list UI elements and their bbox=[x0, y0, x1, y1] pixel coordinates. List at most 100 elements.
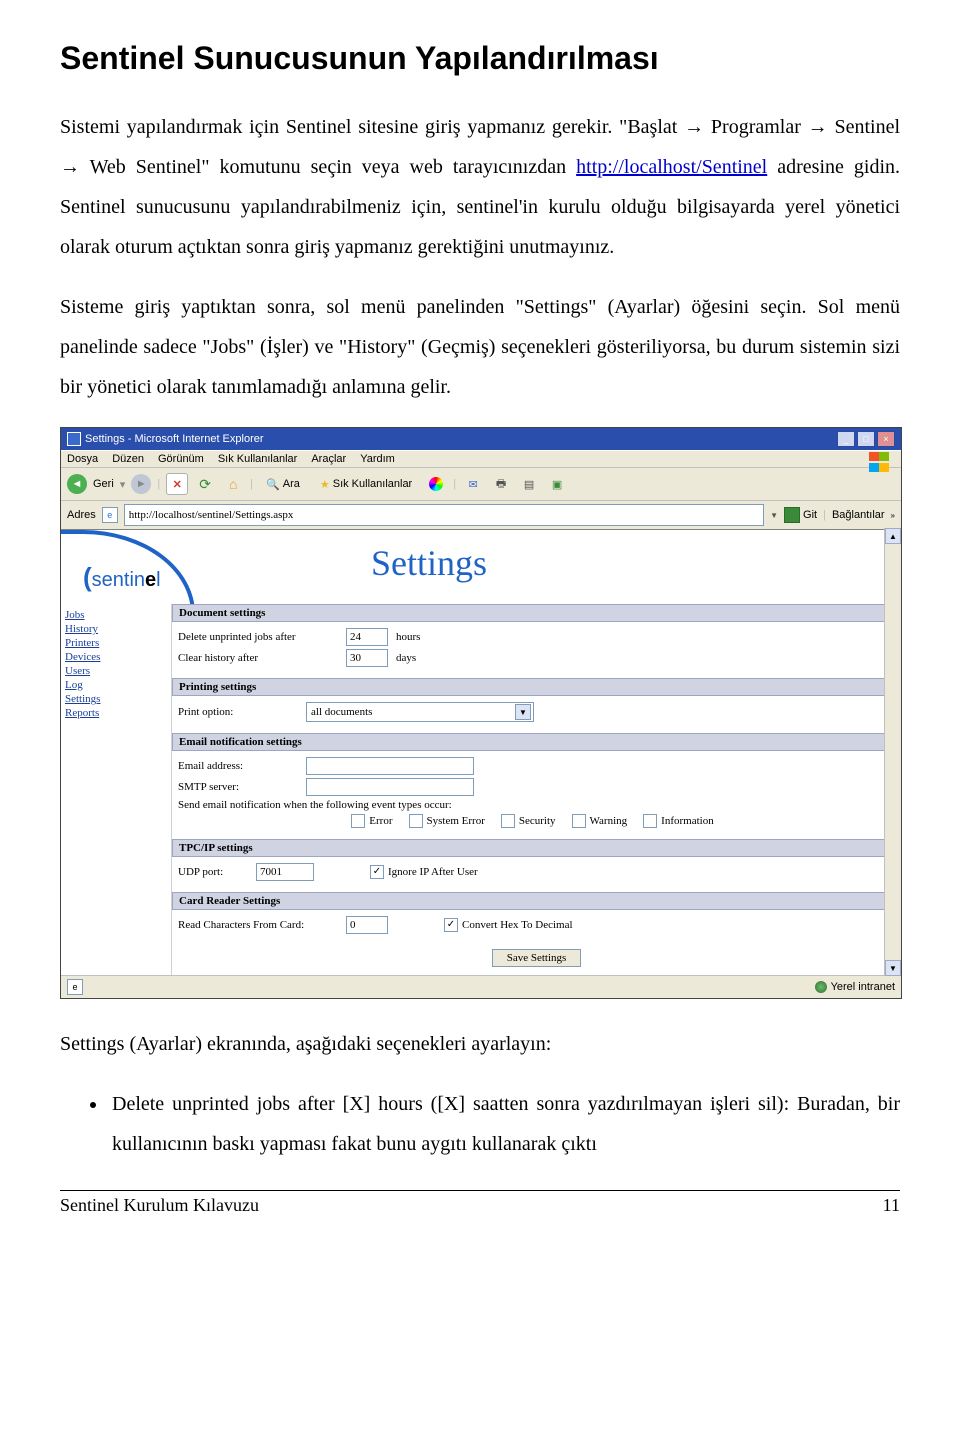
chk-convert-hex[interactable]: ✓Convert Hex To Decimal bbox=[444, 918, 573, 932]
print-button[interactable]: 🖶 bbox=[490, 473, 512, 495]
menu-file[interactable]: Dosya bbox=[67, 453, 98, 465]
scroll-down-icon[interactable]: ▼ bbox=[885, 960, 901, 976]
menu-edit[interactable]: Düzen bbox=[112, 453, 144, 465]
nav-devices[interactable]: Devices bbox=[61, 650, 171, 664]
nav-users[interactable]: Users bbox=[61, 664, 171, 678]
page-number: 11 bbox=[883, 1195, 900, 1216]
menu-help[interactable]: Yardım bbox=[360, 453, 395, 465]
chk-warning[interactable]: Warning bbox=[572, 814, 628, 828]
chk-error-label: Error bbox=[369, 815, 392, 827]
p1-text-a: Sistemi yapılandırmak için Sentinel site… bbox=[60, 116, 684, 138]
nav-jobs[interactable]: Jobs bbox=[61, 608, 171, 622]
save-settings-button[interactable]: Save Settings bbox=[492, 949, 582, 967]
nav-reports[interactable]: Reports bbox=[61, 706, 171, 720]
p1-text-b: Programlar bbox=[711, 116, 808, 138]
browser-toolbar: ◄ Geri ▾ ► | ✕ ⟳ ⌂ | 🔍Ara ★Sık Kullanıla… bbox=[61, 468, 901, 501]
nav-log[interactable]: Log bbox=[61, 678, 171, 692]
delete-jobs-input[interactable] bbox=[346, 628, 388, 646]
menu-fav[interactable]: Sık Kullanılanlar bbox=[218, 453, 298, 465]
smtp-server-label: SMTP server: bbox=[178, 781, 298, 793]
settings-screenshot: Settings - Microsoft Internet Explorer _… bbox=[60, 427, 900, 999]
vertical-scrollbar[interactable]: ▲ ▼ bbox=[884, 528, 901, 976]
chk-warning-label: Warning bbox=[590, 815, 628, 827]
maximize-button[interactable]: □ bbox=[857, 431, 875, 447]
search-button[interactable]: 🔍Ara bbox=[259, 475, 307, 494]
minimize-button[interactable]: _ bbox=[837, 431, 855, 447]
arrow-icon: → bbox=[808, 116, 828, 138]
chk-system-error[interactable]: System Error bbox=[409, 814, 485, 828]
nav-printers[interactable]: Printers bbox=[61, 636, 171, 650]
favorites-button[interactable]: ★Sık Kullanılanlar bbox=[313, 475, 419, 494]
clear-history-input[interactable] bbox=[346, 649, 388, 667]
fav-label: Sık Kullanılanlar bbox=[333, 478, 413, 490]
search-icon: 🔍 bbox=[266, 478, 280, 491]
sentinel-logo: (sentinel bbox=[83, 562, 161, 593]
footer-title: Sentinel Kurulum Kılavuzu bbox=[60, 1195, 259, 1216]
p1-text-c: Sentinel bbox=[828, 116, 900, 138]
window-title: Settings - Microsoft Internet Explorer bbox=[85, 433, 264, 445]
stop-button[interactable]: ✕ bbox=[166, 473, 188, 495]
section-document-settings: Document settings bbox=[172, 604, 893, 622]
chk-security[interactable]: Security bbox=[501, 814, 556, 828]
back-button[interactable]: ◄ bbox=[67, 474, 87, 494]
research-button[interactable]: ▣ bbox=[546, 473, 568, 495]
menu-view[interactable]: Görünüm bbox=[158, 453, 204, 465]
chk-ignore-ip[interactable]: ✓Ignore IP After User bbox=[370, 865, 478, 879]
scroll-up-icon[interactable]: ▲ bbox=[885, 528, 901, 544]
clear-history-label: Clear history after bbox=[178, 652, 338, 664]
chk-ignore-ip-label: Ignore IP After User bbox=[388, 866, 478, 878]
page-banner: (sentinel Settings bbox=[61, 530, 901, 604]
section-printing-settings: Printing settings bbox=[172, 678, 893, 696]
address-input[interactable] bbox=[124, 504, 764, 526]
page-footer: Sentinel Kurulum Kılavuzu 11 bbox=[60, 1195, 900, 1232]
chk-error[interactable]: Error bbox=[351, 814, 392, 828]
hours-label: hours bbox=[396, 631, 420, 643]
status-left-icon: e bbox=[67, 979, 83, 995]
windows-flag-icon bbox=[869, 452, 897, 474]
intranet-icon bbox=[815, 981, 827, 993]
go-icon bbox=[784, 507, 800, 523]
page-title: Settings bbox=[371, 542, 487, 584]
arrow-icon: → bbox=[60, 156, 80, 178]
settings-panel: Document settings Delete unprinted jobs … bbox=[172, 604, 901, 975]
chk-information[interactable]: Information bbox=[643, 814, 714, 828]
back-label: Geri bbox=[93, 478, 114, 490]
email-note: Send email notification when the followi… bbox=[178, 799, 452, 811]
media-button[interactable] bbox=[425, 473, 447, 495]
page-icon: e bbox=[102, 507, 118, 523]
read-chars-input[interactable] bbox=[346, 916, 388, 934]
home-button[interactable]: ⌂ bbox=[222, 473, 244, 495]
go-label: Git bbox=[803, 509, 817, 521]
print-option-label: Print option: bbox=[178, 706, 298, 718]
udp-port-input[interactable] bbox=[256, 863, 314, 881]
menu-tools[interactable]: Araçlar bbox=[311, 453, 346, 465]
ie-icon bbox=[67, 432, 81, 446]
read-chars-label: Read Characters From Card: bbox=[178, 919, 338, 931]
delete-jobs-label: Delete unprinted jobs after bbox=[178, 631, 338, 643]
go-button[interactable]: Git bbox=[784, 507, 817, 523]
email-address-input[interactable] bbox=[306, 757, 474, 775]
after-screenshot-text: Settings (Ayarlar) ekranında, aşağıdaki … bbox=[60, 1024, 900, 1064]
p1-text-d: Web Sentinel" komutunu seçin veya web ta… bbox=[80, 156, 576, 178]
localhost-link[interactable]: http://localhost/Sentinel bbox=[576, 156, 767, 178]
forward-button[interactable]: ► bbox=[131, 474, 151, 494]
print-option-value: all documents bbox=[311, 706, 372, 718]
edit-button[interactable]: ▤ bbox=[518, 473, 540, 495]
print-option-select[interactable]: all documents ▼ bbox=[306, 702, 534, 722]
section-email-settings: Email notification settings bbox=[172, 733, 893, 751]
close-button[interactable]: × bbox=[877, 431, 895, 447]
udp-port-label: UDP port: bbox=[178, 866, 248, 878]
mail-button[interactable]: ✉ bbox=[462, 473, 484, 495]
arrow-icon: → bbox=[684, 116, 704, 138]
nav-settings[interactable]: Settings bbox=[61, 692, 171, 706]
chk-system-error-label: System Error bbox=[427, 815, 485, 827]
search-label: Ara bbox=[283, 478, 300, 490]
refresh-button[interactable]: ⟳ bbox=[194, 473, 216, 495]
smtp-server-input[interactable] bbox=[306, 778, 474, 796]
links-label[interactable]: Bağlantılar bbox=[832, 509, 885, 521]
nav-history[interactable]: History bbox=[61, 622, 171, 636]
paragraph-1: Sistemi yapılandırmak için Sentinel site… bbox=[60, 107, 900, 267]
chevron-down-icon: ▼ bbox=[515, 704, 531, 720]
status-bar: e Yerel intranet bbox=[61, 975, 901, 998]
address-label: Adres bbox=[67, 509, 96, 521]
